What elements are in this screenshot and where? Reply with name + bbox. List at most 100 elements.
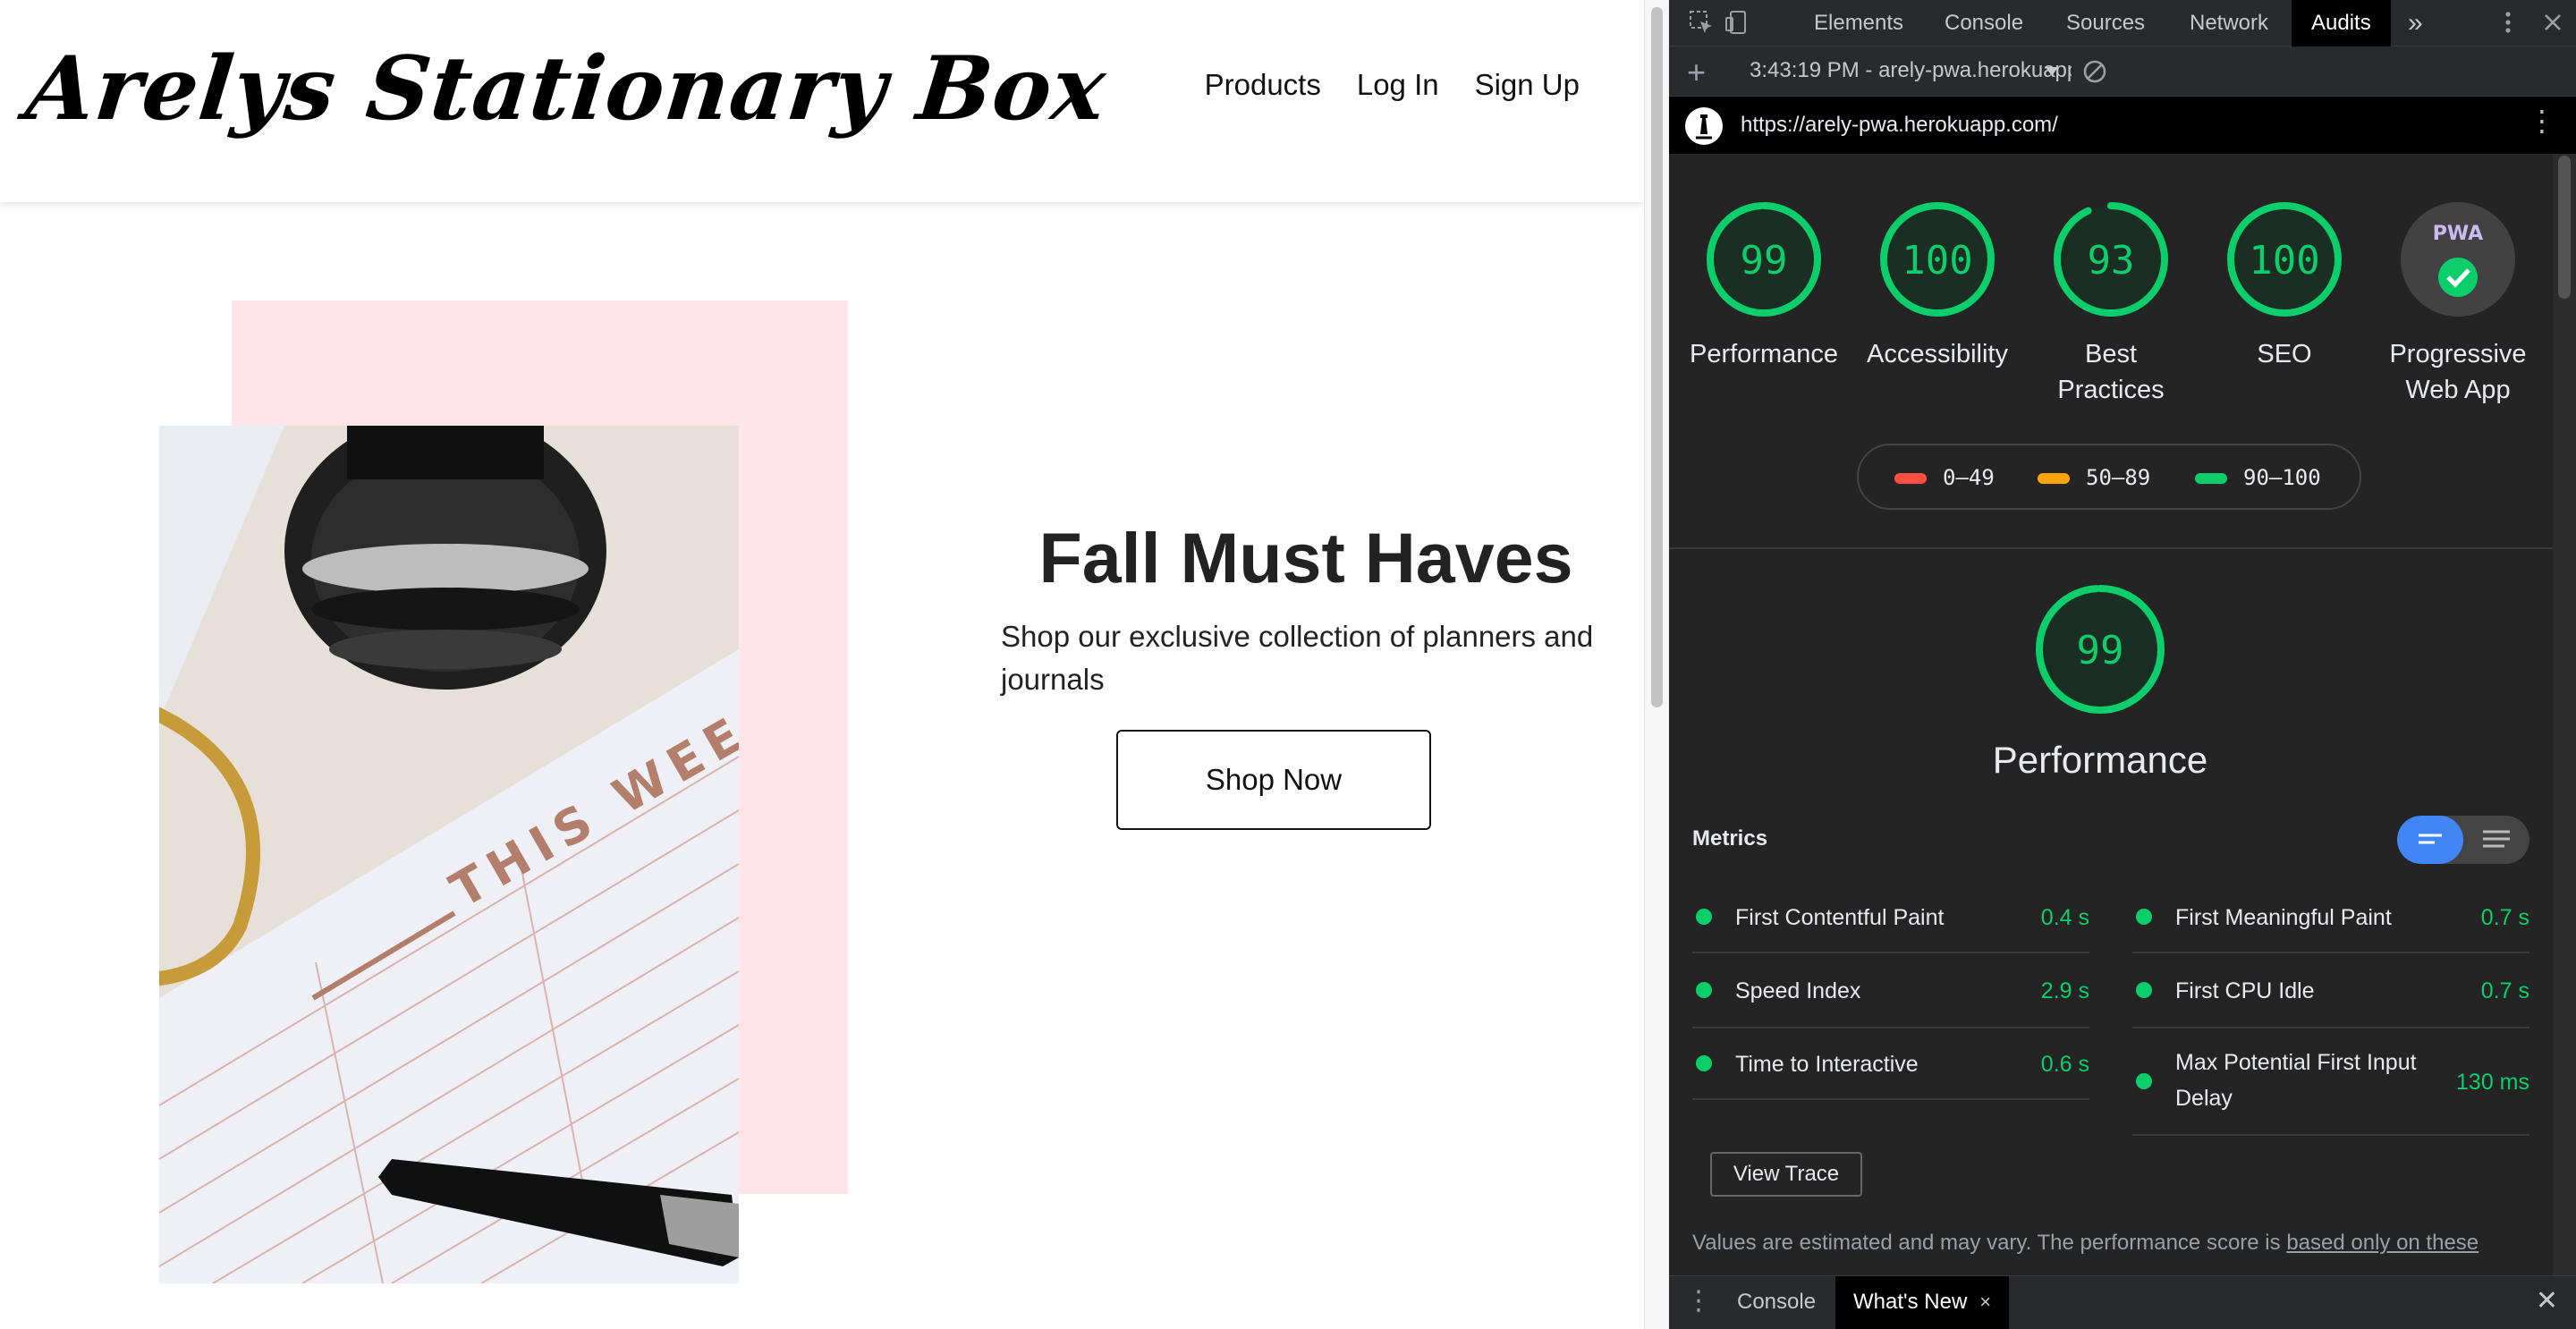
plus-icon[interactable]: + [1687, 54, 1706, 91]
svg-text:PWA: PWA [2433, 223, 2483, 245]
audited-url[interactable]: https://arely-pwa.herokuapp.com/ [1741, 113, 2058, 138]
pass-indicator [2136, 909, 2152, 925]
more-tabs-icon[interactable]: » [2408, 0, 2423, 47]
close-tab-icon[interactable]: × [1979, 1291, 1991, 1313]
metric-fcp: First Contentful Paint 0.4 s [1692, 882, 2089, 953]
score-value: 93 [2088, 238, 2135, 284]
devtools-drawer: ⋮ Console What's New × ✕ [1669, 1275, 2576, 1329]
legend-swatch [2195, 473, 2227, 484]
report-scrollbar[interactable] [2553, 154, 2576, 1275]
site-header: Arelys Stationary Box Products Log In Si… [0, 0, 1644, 202]
metric-tti: Time to Interactive 0.6 s [1692, 1028, 2089, 1100]
score-legend: 0–49 50–89 90–100 [1857, 444, 2361, 510]
report-menu-icon[interactable]: ⋮ [2528, 104, 2556, 138]
metric-max-fid: Max Potential First Input Delay 130 ms [2132, 1028, 2529, 1136]
drawer-tab-label: What's New [1853, 1290, 1968, 1314]
kebab-menu-icon[interactable] [2494, 9, 2522, 38]
block-icon[interactable] [2082, 59, 2107, 84]
devtools-tabbar: Elements Console Sources Network Audits … [1669, 0, 2576, 47]
performance-title: Performance [1992, 739, 2208, 781]
legend-swatch [1894, 473, 1927, 484]
metric-fmp: First Meaningful Paint 0.7 s [2132, 882, 2529, 953]
report-scrollbar-thumb[interactable] [2558, 156, 2571, 299]
pass-indicator [2136, 1073, 2152, 1089]
nav-signup-link[interactable]: Sign Up [1475, 68, 1580, 102]
hero-image: THIS WEE [159, 426, 739, 1283]
pass-indicator [2136, 982, 2152, 998]
checkmark-icon [2438, 258, 2478, 297]
metric-value: 0.6 s [2040, 1052, 2089, 1077]
page-scrollbar[interactable] [1644, 0, 1669, 1329]
close-drawer-icon[interactable]: ✕ [2536, 1285, 2558, 1316]
metric-value: 0.4 s [2040, 905, 2089, 930]
tab-console[interactable]: Console [1945, 0, 2023, 47]
metric-name: Time to Interactive [1735, 1052, 1919, 1077]
metric-name: Speed Index [1735, 978, 1861, 1003]
legend-range: 90–100 [2243, 465, 2321, 490]
gauge-performance: 99 [1707, 202, 1821, 317]
report-selector-label: 3:43:19 PM - arely-pwa.herokuapp.com [1750, 58, 2072, 82]
score-pwa[interactable]: PWA Progressive Web App [2368, 200, 2547, 408]
values-note-text: Values are estimated and may vary. The p… [1692, 1231, 2287, 1255]
score-label: SEO [2257, 340, 2312, 368]
tab-audits[interactable]: Audits [2292, 0, 2391, 47]
drawer-tab-whats-new[interactable]: What's New × [1835, 1276, 2010, 1329]
inspect-icon[interactable] [1687, 9, 1716, 38]
website-viewport: Arelys Stationary Box Products Log In Si… [0, 0, 1644, 1329]
expanded-view-icon[interactable] [2463, 816, 2529, 864]
metrics-heading: Metrics [1692, 826, 1768, 851]
dropdown-arrow-icon[interactable] [2045, 66, 2059, 77]
site-nav: Products Log In Sign Up [1205, 68, 1580, 102]
tab-sources[interactable]: Sources [2066, 0, 2145, 47]
pass-indicator [1696, 982, 1712, 998]
score-performance[interactable]: 99 Performance [1674, 200, 1853, 372]
pass-indicator [1696, 909, 1712, 925]
drawer-tab-console[interactable]: Console [1737, 1276, 1816, 1329]
legend-item-fail: 0–49 [1894, 465, 1995, 490]
hero-subtitle: Shop our exclusive collection of planner… [1001, 620, 1594, 696]
score-accessibility[interactable]: 100 Accessibility [1848, 200, 2027, 372]
nav-login-link[interactable]: Log In [1357, 68, 1439, 102]
score-label: Accessibility [1867, 340, 2008, 368]
compact-view-icon[interactable] [2397, 816, 2463, 864]
hero-title: Fall Must Haves [1038, 518, 1573, 597]
page-scrollbar-thumb[interactable] [1651, 7, 1663, 707]
metrics-view-toggle[interactable] [2397, 816, 2529, 864]
gauge-accessibility: 100 [1880, 202, 1995, 317]
score-value: 99 [2077, 628, 2124, 673]
metric-name: First Meaningful Paint [2175, 905, 2392, 930]
metric-value: 0.7 s [2480, 978, 2529, 1003]
gauge-performance-large: 99 [2036, 585, 2165, 714]
shop-now-button[interactable]: Shop Now [1116, 730, 1431, 830]
site-logo[interactable]: Arelys Stationary Box [21, 38, 1111, 140]
gauge-best-practices: 93 [2054, 202, 2168, 317]
score-label: Performance [1689, 340, 1838, 368]
tab-elements[interactable]: Elements [1814, 0, 1903, 47]
values-note-link[interactable]: based only on these [2286, 1231, 2479, 1255]
score-value: 99 [1741, 238, 1788, 284]
score-best-practices[interactable]: 93 Best Practices [2021, 200, 2200, 408]
score-value: 100 [1902, 238, 1972, 284]
metric-name: First CPU Idle [2175, 978, 2315, 1003]
legend-range: 50–89 [2086, 465, 2151, 490]
nav-products-link[interactable]: Products [1205, 68, 1321, 102]
performance-gauge: 99 [2011, 583, 2190, 720]
device-toggle-icon[interactable] [1723, 9, 1751, 38]
drawer-menu-icon[interactable]: ⋮ [1685, 1285, 1712, 1316]
metric-value: 2.9 s [2040, 978, 2089, 1003]
values-note: Values are estimated and may vary. The p… [1692, 1231, 2551, 1256]
metric-speed-index: Speed Index 2.9 s [1692, 955, 2089, 1028]
tab-network[interactable]: Network [2190, 0, 2268, 47]
lighthouse-icon [1685, 107, 1723, 145]
legend-range: 0–49 [1943, 465, 1995, 490]
legend-item-pass: 90–100 [2195, 465, 2321, 490]
metric-value: 130 ms [2456, 1070, 2529, 1095]
close-devtools-icon[interactable] [2538, 9, 2567, 38]
audits-toolbar: + 3:43:19 PM - arely-pwa.herokuapp.com [1669, 47, 2576, 97]
metric-first-cpu-idle: First CPU Idle 0.7 s [2132, 955, 2529, 1028]
pass-indicator [1696, 1055, 1712, 1071]
view-trace-button[interactable]: View Trace [1710, 1152, 1862, 1197]
score-seo[interactable]: 100 SEO [2195, 200, 2374, 372]
report-selector[interactable]: 3:43:19 PM - arely-pwa.herokuapp.com [1750, 58, 2072, 83]
section-divider [1669, 547, 2553, 549]
